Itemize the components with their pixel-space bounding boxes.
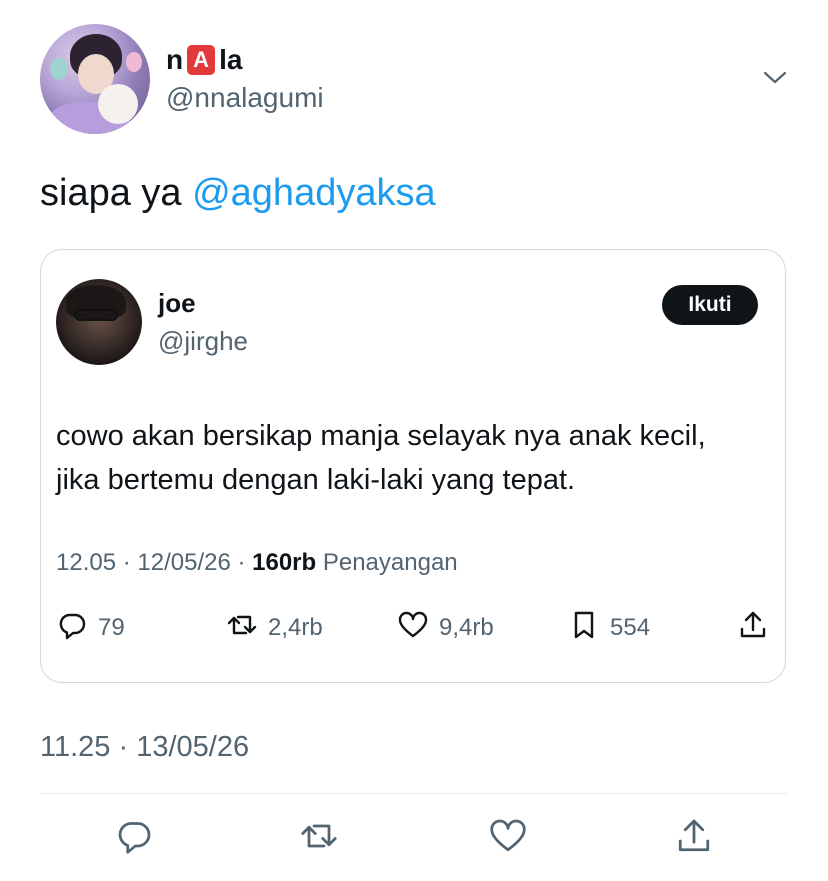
author-avatar[interactable] <box>40 24 150 134</box>
like-icon <box>488 819 528 860</box>
tweet-text-body: siapa ya <box>40 172 193 214</box>
like-stat[interactable]: 9,4rb <box>397 610 494 646</box>
quoted-tweet-meta: 12.05 · 12/05/26 · 160rb Penayangan <box>56 549 458 577</box>
quoted-timestamp[interactable]: 12.05 · 12/05/26 · <box>56 549 252 576</box>
chevron-down-icon[interactable] <box>762 68 788 88</box>
repost-icon <box>226 609 258 648</box>
reply-stat[interactable]: 79 <box>56 610 125 646</box>
follow-button[interactable]: Ikuti <box>662 285 758 325</box>
view-count: 160rb <box>252 549 317 576</box>
divider <box>40 793 788 794</box>
tweet-text: siapa ya @aghadyaksa <box>40 172 436 215</box>
like-count: 9,4rb <box>439 614 494 641</box>
bookmark-icon <box>568 609 600 648</box>
display-name-part: n <box>166 44 184 75</box>
reply-icon <box>56 609 88 648</box>
like-button[interactable] <box>488 816 528 856</box>
reply-button[interactable] <box>114 816 154 856</box>
quoted-handle[interactable]: @jirghe <box>158 326 248 357</box>
like-icon <box>397 609 429 648</box>
mention-link[interactable]: @aghadyaksa <box>192 172 436 214</box>
views-label: Penayangan <box>316 549 458 576</box>
quoted-display-name[interactable]: joe <box>158 288 196 319</box>
quoted-tweet-text: cowo akan bersikap manja selayak nya ana… <box>56 420 706 496</box>
a-button-emoji-icon: A <box>187 45 216 75</box>
repost-button[interactable] <box>299 816 339 856</box>
author-handle[interactable]: @nnalagumi <box>166 82 324 114</box>
repost-stat[interactable]: 2,4rb <box>226 610 323 646</box>
reply-count: 79 <box>98 614 125 641</box>
quoted-author-avatar[interactable] <box>56 279 142 365</box>
share-icon <box>674 819 714 860</box>
display-name-part: la <box>219 44 243 75</box>
share-icon <box>737 609 769 648</box>
author-display-name[interactable]: n A la <box>166 44 242 76</box>
reply-icon <box>114 822 154 860</box>
bookmark-stat[interactable]: 554 <box>568 610 650 646</box>
share-button[interactable] <box>737 610 769 646</box>
tweet-timestamp[interactable]: 11.25 · 13/05/26 <box>40 731 249 764</box>
share-button[interactable] <box>674 816 714 856</box>
repost-count: 2,4rb <box>268 614 323 641</box>
bookmark-count: 554 <box>610 614 651 641</box>
repost-icon <box>299 824 339 860</box>
